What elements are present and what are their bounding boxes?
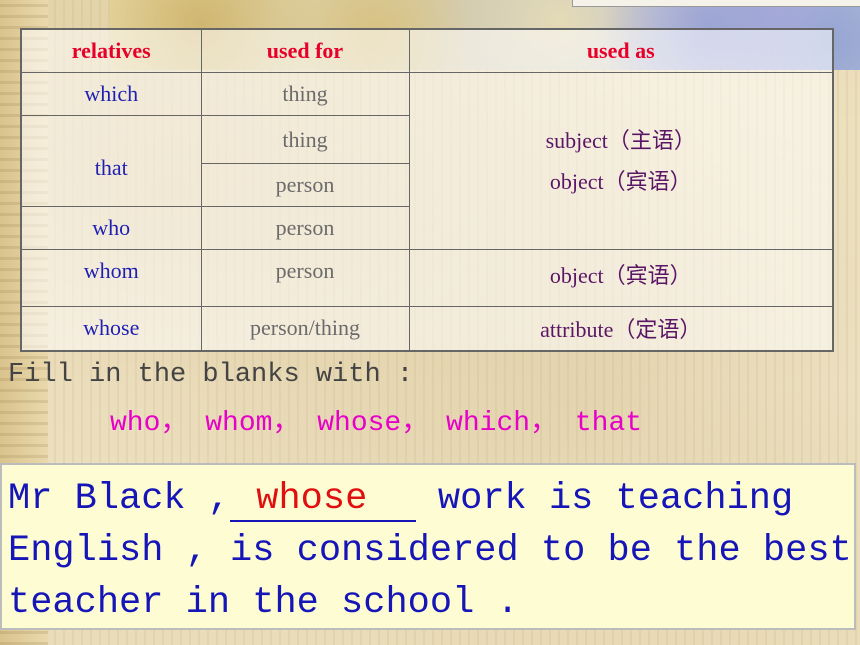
word-choice-list: who， whom， whose， which， that xyxy=(110,408,643,439)
cell-used-for-which: thing xyxy=(200,72,410,116)
cell-used-for-that-person: person xyxy=(200,163,410,207)
used-as-subject: subject（主语） xyxy=(545,128,696,153)
cell-used-for-whose: person/thing xyxy=(200,306,410,351)
cell-relative-that: that xyxy=(20,115,202,207)
table-row: whose person/thing attribute（定语） xyxy=(20,306,834,351)
cell-relative-which: which xyxy=(20,72,202,116)
table-row: whom person object（宾语） xyxy=(20,249,834,307)
table-row: which thing subject（主语） object（宾语） xyxy=(20,72,834,250)
instructions-label: Fill in the blanks with : xyxy=(8,360,414,390)
question-box: Mr Black , whose work is teaching Englis… xyxy=(0,463,856,630)
header-used-as: used as xyxy=(408,28,834,73)
header-relatives: relatives xyxy=(20,28,202,73)
cell-used-as-subject-object: subject（主语） object（宾语） xyxy=(408,72,834,250)
question-text-before: Mr Black , xyxy=(8,478,231,520)
cell-used-for-whom: person xyxy=(200,249,410,307)
cell-relative-whom: whom xyxy=(20,249,202,307)
banner-frame xyxy=(572,0,860,7)
answer-text: whose xyxy=(256,478,368,520)
cell-used-as-whose: attribute（定语） xyxy=(408,306,834,351)
table-header-row: relatives used for used as xyxy=(20,28,834,73)
cell-used-as-whom: object（宾语） xyxy=(408,249,834,307)
cell-used-for-who: person xyxy=(200,206,410,250)
question-line3: teacher in the school . xyxy=(8,582,519,624)
relatives-table: relatives used for used as which thing s… xyxy=(20,28,834,352)
cell-relative-whose: whose xyxy=(20,306,202,351)
question-line1-after: work is teaching xyxy=(415,478,794,520)
used-as-object: object（宾语） xyxy=(549,169,692,194)
question-line2: English , is considered to be the best xyxy=(8,530,852,572)
cell-relative-who: who xyxy=(20,206,202,250)
header-used-for: used for xyxy=(200,28,410,73)
answer-blank[interactable]: whose xyxy=(230,478,416,522)
cell-used-for-that-thing: thing xyxy=(200,115,410,164)
